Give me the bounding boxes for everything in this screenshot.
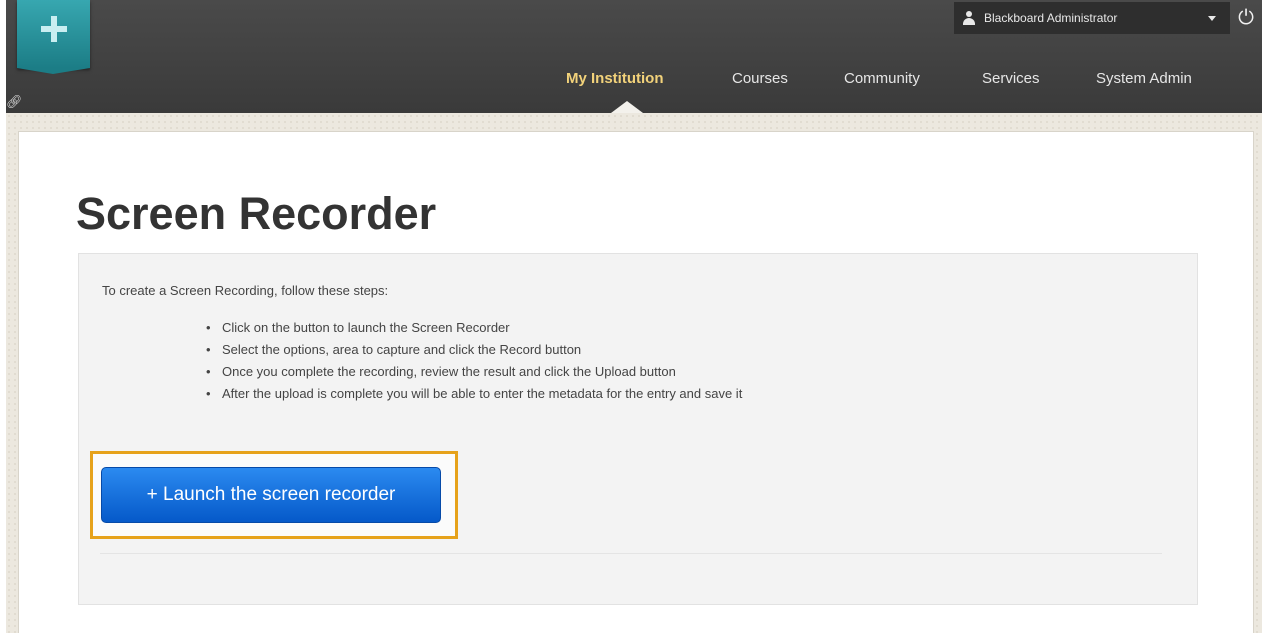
user-icon (962, 11, 976, 25)
page-title: Screen Recorder (76, 188, 437, 239)
brand-logo[interactable] (17, 0, 90, 74)
plus-icon (41, 16, 67, 42)
active-nav-pointer (611, 101, 643, 113)
power-icon[interactable]: ⏻ (1234, 4, 1258, 32)
list-item: Select the options, area to capture and … (206, 339, 742, 361)
nav-courses[interactable]: Courses (732, 70, 788, 87)
nav-services[interactable]: Services (982, 70, 1040, 87)
list-item: After the upload is complete you will be… (206, 383, 742, 405)
chevron-down-icon[interactable] (1208, 15, 1216, 21)
nav-my-institution[interactable]: My Institution (566, 70, 664, 87)
user-menu[interactable]: Blackboard Administrator (954, 2, 1230, 34)
nav-system-admin[interactable]: System Admin (1096, 70, 1192, 87)
steps-list: Click on the button to launch the Screen… (206, 317, 742, 405)
launch-screen-recorder-button[interactable]: + Launch the screen recorder (101, 467, 441, 523)
link-icon[interactable]: 🔗︎ (6, 94, 23, 110)
divider (100, 553, 1162, 554)
list-item: Once you complete the recording, review … (206, 361, 742, 383)
instructions-intro: To create a Screen Recording, follow the… (102, 283, 389, 298)
user-name: Blackboard Administrator (984, 11, 1118, 25)
page-frame: 🔗︎ Blackboard Administrator ⏻ My Institu… (0, 0, 1262, 633)
list-item: Click on the button to launch the Screen… (206, 317, 742, 339)
main-nav: My Institution Courses Community Service… (0, 70, 1262, 94)
nav-community[interactable]: Community (844, 70, 920, 87)
